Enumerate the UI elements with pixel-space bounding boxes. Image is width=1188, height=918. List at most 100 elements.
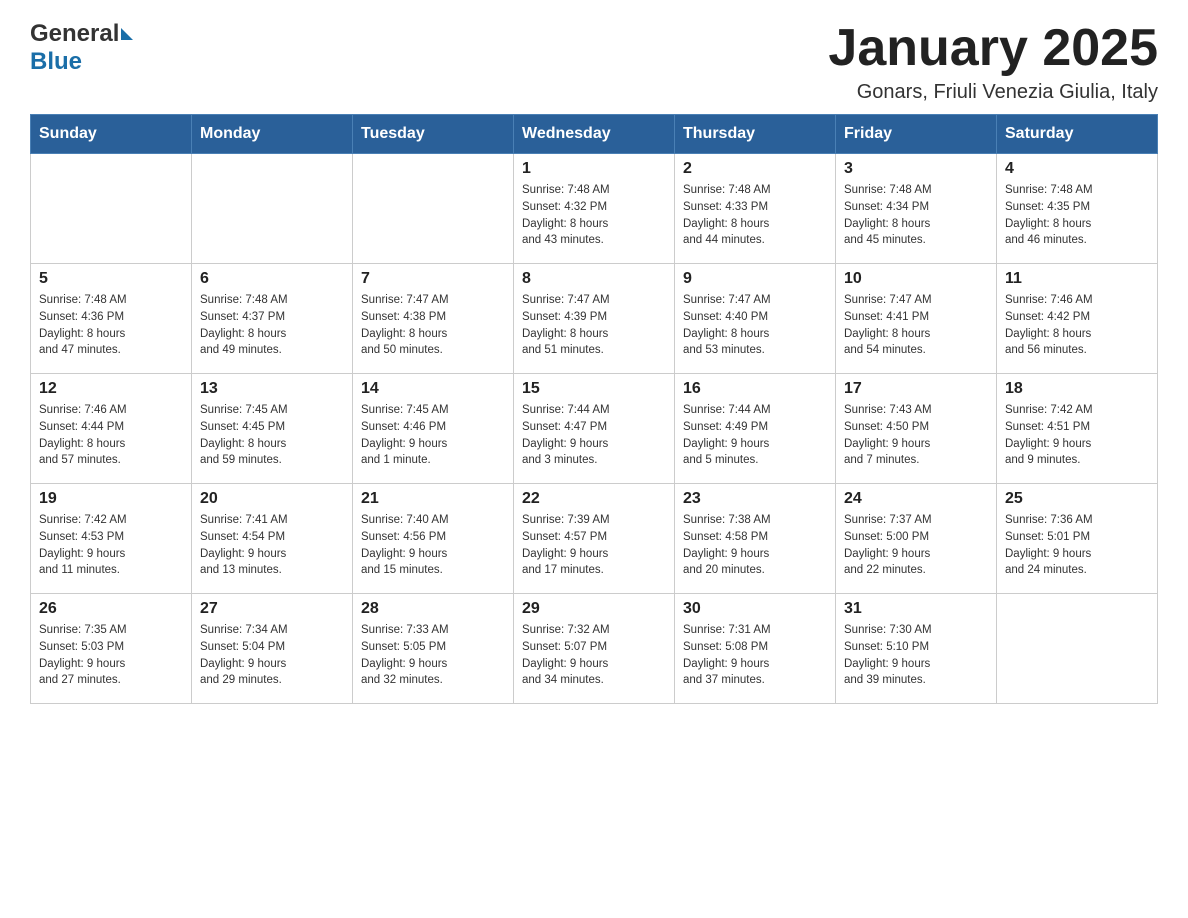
day-info: Sunrise: 7:48 AM Sunset: 4:32 PM Dayligh… [522,182,666,249]
day-info: Sunrise: 7:39 AM Sunset: 4:57 PM Dayligh… [522,512,666,579]
logo-triangle-icon [121,28,133,40]
logo-general-text: General [30,20,119,48]
day-number: 2 [683,160,827,178]
table-row: 17 Sunrise: 7:43 AM Sunset: 4:50 PM Dayli… [836,374,997,484]
day-info: Sunrise: 7:42 AM Sunset: 4:51 PM Dayligh… [1005,402,1149,469]
logo: General Blue [30,20,133,76]
day-number: 16 [683,380,827,398]
table-row: 28 Sunrise: 7:33 AM Sunset: 5:05 PM Dayli… [353,594,514,704]
table-row [997,594,1158,704]
location-subtitle: Gonars, Friuli Venezia Giulia, Italy [828,81,1158,104]
col-sunday: Sunday [31,115,192,154]
day-number: 9 [683,270,827,288]
calendar-week-row: 19Sunrise: 7:42 AM Sunset: 4:53 PM Dayli… [31,484,1158,594]
col-wednesday: Wednesday [514,115,675,154]
table-row: 7 Sunrise: 7:47 AM Sunset: 4:38 PM Daylig… [353,264,514,374]
day-info: Sunrise: 7:48 AM Sunset: 4:35 PM Dayligh… [1005,182,1149,249]
day-info: Sunrise: 7:45 AM Sunset: 4:45 PM Dayligh… [200,402,344,469]
calendar-header-row: Sunday Monday Tuesday Wednesday Thursday… [31,115,1158,154]
col-thursday: Thursday [675,115,836,154]
day-info: Sunrise: 7:36 AM Sunset: 5:01 PM Dayligh… [1005,512,1149,579]
table-row [192,154,353,264]
day-number: 23 [683,490,827,508]
table-row [353,154,514,264]
day-info: Sunrise: 7:35 AM Sunset: 5:03 PM Dayligh… [39,622,183,689]
page-header: General Blue January 2025 Gonars, Friuli… [30,20,1158,104]
table-row: 6 Sunrise: 7:48 AM Sunset: 4:37 PM Daylig… [192,264,353,374]
day-info: Sunrise: 7:47 AM Sunset: 4:40 PM Dayligh… [683,292,827,359]
day-number: 3 [844,160,988,178]
day-info: Sunrise: 7:47 AM Sunset: 4:41 PM Dayligh… [844,292,988,359]
day-number: 26 [39,600,183,618]
day-number: 14 [361,380,505,398]
table-row: 1 Sunrise: 7:48 AM Sunset: 4:32 PM Daylig… [514,154,675,264]
table-row: 22 Sunrise: 7:39 AM Sunset: 4:57 PM Dayli… [514,484,675,594]
table-row: 8 Sunrise: 7:47 AM Sunset: 4:39 PM Daylig… [514,264,675,374]
day-number: 31 [844,600,988,618]
day-number: 21 [361,490,505,508]
table-row: 19Sunrise: 7:42 AM Sunset: 4:53 PM Dayli… [31,484,192,594]
calendar-week-row: 26 Sunrise: 7:35 AM Sunset: 5:03 PM Dayli… [31,594,1158,704]
table-row: 20Sunrise: 7:41 AM Sunset: 4:54 PM Dayli… [192,484,353,594]
day-number: 22 [522,490,666,508]
day-number: 1 [522,160,666,178]
table-row: 5 Sunrise: 7:48 AM Sunset: 4:36 PM Daylig… [31,264,192,374]
table-row: 16 Sunrise: 7:44 AM Sunset: 4:49 PM Dayli… [675,374,836,484]
day-info: Sunrise: 7:47 AM Sunset: 4:38 PM Dayligh… [361,292,505,359]
day-number: 4 [1005,160,1149,178]
day-info: Sunrise: 7:41 AM Sunset: 4:54 PM Dayligh… [200,512,344,579]
day-info: Sunrise: 7:48 AM Sunset: 4:37 PM Dayligh… [200,292,344,359]
day-info: Sunrise: 7:33 AM Sunset: 5:05 PM Dayligh… [361,622,505,689]
day-number: 27 [200,600,344,618]
col-saturday: Saturday [997,115,1158,154]
day-info: Sunrise: 7:32 AM Sunset: 5:07 PM Dayligh… [522,622,666,689]
day-number: 28 [361,600,505,618]
day-number: 5 [39,270,183,288]
day-number: 7 [361,270,505,288]
day-number: 11 [1005,270,1149,288]
table-row: 24 Sunrise: 7:37 AM Sunset: 5:00 PM Dayli… [836,484,997,594]
day-number: 29 [522,600,666,618]
day-info: Sunrise: 7:48 AM Sunset: 4:33 PM Dayligh… [683,182,827,249]
day-info: Sunrise: 7:37 AM Sunset: 5:00 PM Dayligh… [844,512,988,579]
day-info: Sunrise: 7:43 AM Sunset: 4:50 PM Dayligh… [844,402,988,469]
day-info: Sunrise: 7:34 AM Sunset: 5:04 PM Dayligh… [200,622,344,689]
day-info: Sunrise: 7:47 AM Sunset: 4:39 PM Dayligh… [522,292,666,359]
table-row: 30 Sunrise: 7:31 AM Sunset: 5:08 PM Dayli… [675,594,836,704]
day-info: Sunrise: 7:45 AM Sunset: 4:46 PM Dayligh… [361,402,505,469]
table-row: 9 Sunrise: 7:47 AM Sunset: 4:40 PM Daylig… [675,264,836,374]
day-number: 25 [1005,490,1149,508]
day-info: Sunrise: 7:46 AM Sunset: 4:44 PM Dayligh… [39,402,183,469]
day-number: 12 [39,380,183,398]
table-row: 3 Sunrise: 7:48 AM Sunset: 4:34 PM Daylig… [836,154,997,264]
month-title: January 2025 [828,20,1158,77]
day-number: 8 [522,270,666,288]
calendar-table: Sunday Monday Tuesday Wednesday Thursday… [30,114,1158,704]
day-number: 13 [200,380,344,398]
calendar-week-row: 1 Sunrise: 7:48 AM Sunset: 4:32 PM Daylig… [31,154,1158,264]
day-number: 6 [200,270,344,288]
day-number: 18 [1005,380,1149,398]
day-info: Sunrise: 7:38 AM Sunset: 4:58 PM Dayligh… [683,512,827,579]
day-number: 24 [844,490,988,508]
day-info: Sunrise: 7:44 AM Sunset: 4:49 PM Dayligh… [683,402,827,469]
day-info: Sunrise: 7:48 AM Sunset: 4:34 PM Dayligh… [844,182,988,249]
table-row: 11 Sunrise: 7:46 AM Sunset: 4:42 PM Dayli… [997,264,1158,374]
day-number: 30 [683,600,827,618]
col-monday: Monday [192,115,353,154]
day-info: Sunrise: 7:31 AM Sunset: 5:08 PM Dayligh… [683,622,827,689]
table-row: 25 Sunrise: 7:36 AM Sunset: 5:01 PM Dayli… [997,484,1158,594]
table-row [31,154,192,264]
logo-blue-text: Blue [30,48,82,76]
table-row: 2 Sunrise: 7:48 AM Sunset: 4:33 PM Daylig… [675,154,836,264]
table-row: 10Sunrise: 7:47 AM Sunset: 4:41 PM Dayli… [836,264,997,374]
day-info: Sunrise: 7:46 AM Sunset: 4:42 PM Dayligh… [1005,292,1149,359]
table-row: 26 Sunrise: 7:35 AM Sunset: 5:03 PM Dayli… [31,594,192,704]
table-row: 21Sunrise: 7:40 AM Sunset: 4:56 PM Dayli… [353,484,514,594]
day-number: 19 [39,490,183,508]
table-row: 14 Sunrise: 7:45 AM Sunset: 4:46 PM Dayli… [353,374,514,484]
table-row: 23 Sunrise: 7:38 AM Sunset: 4:58 PM Dayli… [675,484,836,594]
table-row: 4 Sunrise: 7:48 AM Sunset: 4:35 PM Daylig… [997,154,1158,264]
day-number: 17 [844,380,988,398]
day-info: Sunrise: 7:48 AM Sunset: 4:36 PM Dayligh… [39,292,183,359]
